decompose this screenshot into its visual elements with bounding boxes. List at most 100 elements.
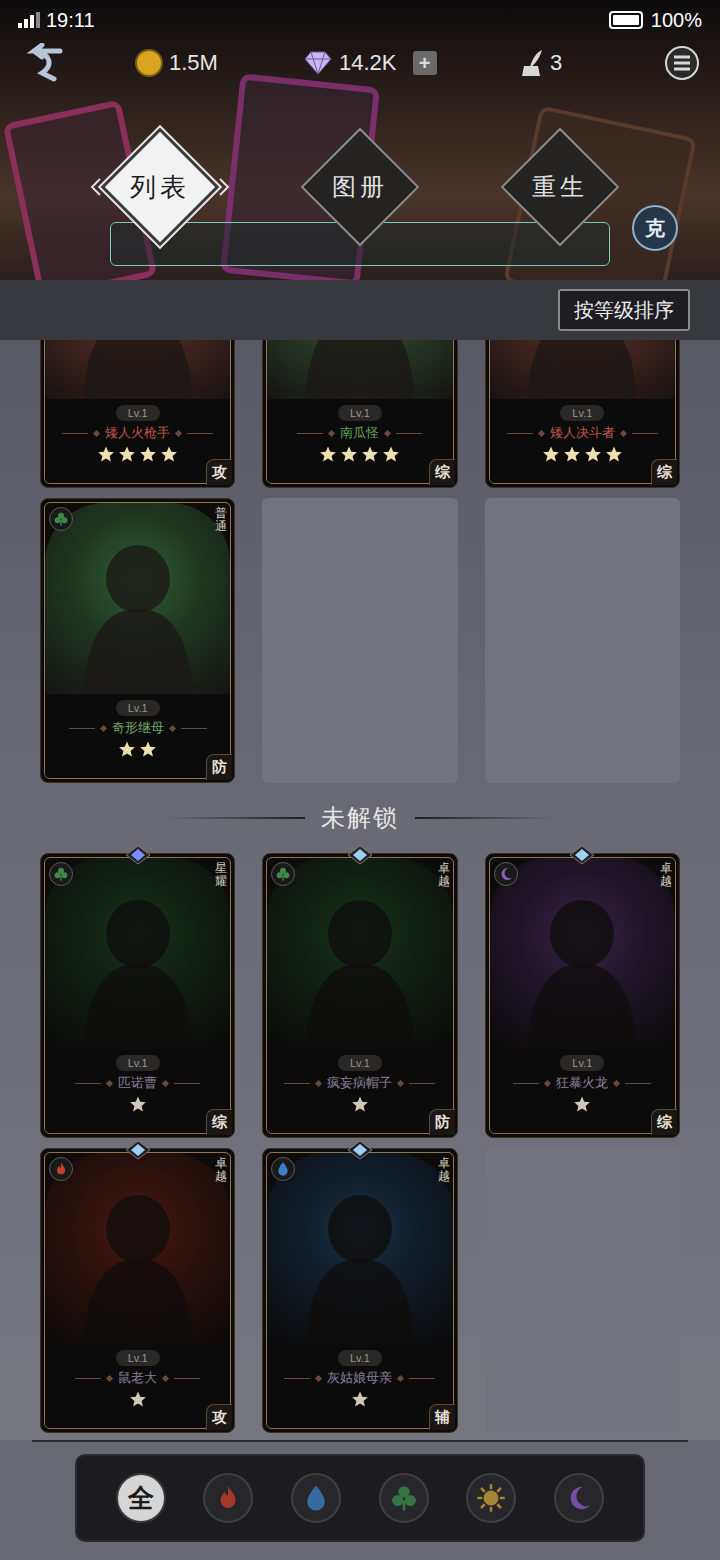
role-badge: 综 — [429, 459, 455, 485]
hero-name: 矮人火枪手 — [105, 424, 170, 442]
leaf-icon — [53, 511, 69, 527]
fire-icon — [53, 1161, 69, 1177]
sort-bar: 按等级排序 — [0, 280, 720, 340]
star-icon — [351, 1390, 369, 1408]
hero-art — [490, 340, 675, 399]
add-gems-button[interactable]: + — [413, 51, 437, 75]
gem-icon — [303, 51, 333, 75]
hero-art — [267, 858, 452, 1049]
filter-button[interactable]: 全 — [116, 1473, 166, 1523]
star-icon — [319, 445, 337, 463]
counter-badge[interactable]: 克 — [632, 205, 678, 251]
level-pill: Lv.1 — [338, 405, 382, 421]
tab-label: 列表 — [130, 168, 190, 207]
card-list[interactable]: Lv.1矮人火枪手攻Lv.1南瓜怪综Lv.1矮人决斗者综Lv.1奇形继母普通防未… — [0, 340, 720, 1440]
hero-card[interactable]: Lv.1 矮人决斗者综 — [485, 340, 680, 488]
star-icon — [129, 1095, 147, 1113]
tab[interactable]: 图册 — [260, 127, 460, 247]
star-icon — [542, 445, 560, 463]
hero-name: 灰姑娘母亲 — [327, 1369, 392, 1387]
hero-art — [267, 1153, 452, 1344]
hero-art — [45, 340, 230, 399]
rarity-gem-icon — [569, 845, 595, 865]
rarity-label: 星耀 — [215, 862, 227, 888]
filter-button[interactable] — [291, 1473, 341, 1523]
hero-card[interactable]: Lv.1匹诺曹星耀综 — [40, 853, 235, 1138]
filter-button[interactable] — [379, 1473, 429, 1523]
level-pill: Lv.1 — [116, 1350, 160, 1366]
leaf-icon — [389, 1483, 419, 1513]
rarity-label: 卓越 — [660, 862, 672, 888]
hero-card[interactable]: Lv.1疯妄病帽子卓越防 — [262, 853, 457, 1138]
empty-slot — [485, 498, 680, 783]
star-icon — [160, 445, 178, 463]
rarity-gem-icon — [125, 1140, 151, 1160]
header: 19:11100%1.5M14.2K+3列表图册重生克 — [0, 0, 720, 280]
gold-amount: 1.5M — [169, 46, 218, 79]
rarity-label: 卓越 — [215, 1157, 227, 1183]
hero-card[interactable]: Lv.1狂暴火龙卓越综 — [485, 853, 680, 1138]
level-pill: Lv.1 — [116, 700, 160, 716]
role-badge: 攻 — [206, 459, 232, 485]
menu-icon[interactable] — [664, 45, 700, 81]
hero-card[interactable]: Lv.1 奇形继母 普通防 — [40, 498, 235, 783]
star-row — [351, 1095, 369, 1113]
hero-card[interactable]: Lv.1 矮人火枪手攻 — [40, 340, 235, 488]
hero-name: 奇形继母 — [112, 719, 164, 737]
empty-slot — [262, 498, 457, 783]
hero-card[interactable]: Lv.1灰姑娘母亲卓越辅 — [262, 1148, 457, 1433]
card-info-panel: Lv.1疯妄病帽子 — [267, 1049, 452, 1133]
star-row — [129, 1390, 147, 1408]
tab[interactable]: 重生 — [460, 127, 660, 247]
rarity-label: 普通 — [215, 507, 227, 533]
star-icon — [361, 445, 379, 463]
level-pill: Lv.1 — [116, 405, 160, 421]
sun-icon — [476, 1483, 506, 1513]
back-arrow-icon[interactable] — [20, 43, 66, 83]
hero-name: 南瓜怪 — [340, 424, 379, 442]
role-badge: 防 — [206, 754, 232, 780]
hero-art — [267, 340, 452, 399]
rarity-label: 卓越 — [438, 1157, 450, 1183]
hero-name: 疯妄病帽子 — [327, 1074, 392, 1092]
tab[interactable]: 列表 — [60, 127, 260, 247]
level-pill: Lv.1 — [338, 1350, 382, 1366]
rarity-label: 卓越 — [438, 862, 450, 888]
element-badge — [49, 862, 73, 886]
level-pill: Lv.1 — [560, 405, 604, 421]
card-info-panel: Lv.1 矮人决斗者 — [490, 399, 675, 483]
star-row — [351, 1390, 369, 1408]
hero-art — [45, 1153, 230, 1344]
star-icon — [139, 445, 157, 463]
hero-name: 矮人决斗者 — [550, 424, 615, 442]
hero-card[interactable]: Lv.1鼠老大卓越攻 — [40, 1148, 235, 1433]
star-icon — [351, 1095, 369, 1113]
star-row — [129, 1095, 147, 1113]
star-icon — [340, 445, 358, 463]
battery-icon — [609, 11, 643, 29]
element-badge — [49, 1157, 73, 1181]
card-info-panel: Lv.1 矮人火枪手 — [45, 399, 230, 483]
fire-icon — [213, 1483, 243, 1513]
element-filter-bar: 全 — [75, 1454, 645, 1542]
role-badge: 综 — [651, 459, 677, 485]
hero-silhouette-icon — [507, 340, 657, 399]
filter-button[interactable] — [554, 1473, 604, 1523]
tab-label: 重生 — [532, 169, 588, 205]
filter-button[interactable] — [466, 1473, 516, 1523]
rarity-gem-icon — [125, 845, 151, 865]
sort-button[interactable]: 按等级排序 — [558, 289, 690, 331]
filter-button[interactable] — [203, 1473, 253, 1523]
moon-icon — [564, 1483, 594, 1513]
rarity-gem-icon — [347, 1140, 373, 1160]
hero-card[interactable]: Lv.1 南瓜怪综 — [262, 340, 457, 488]
leaf-icon — [53, 866, 69, 882]
star-row — [542, 445, 623, 463]
star-icon — [573, 1095, 591, 1113]
tab-label: 图册 — [332, 169, 388, 205]
clock: 19:11 — [46, 5, 95, 35]
star-icon — [563, 445, 581, 463]
star-icon — [605, 445, 623, 463]
star-icon — [118, 445, 136, 463]
star-row — [97, 445, 178, 463]
